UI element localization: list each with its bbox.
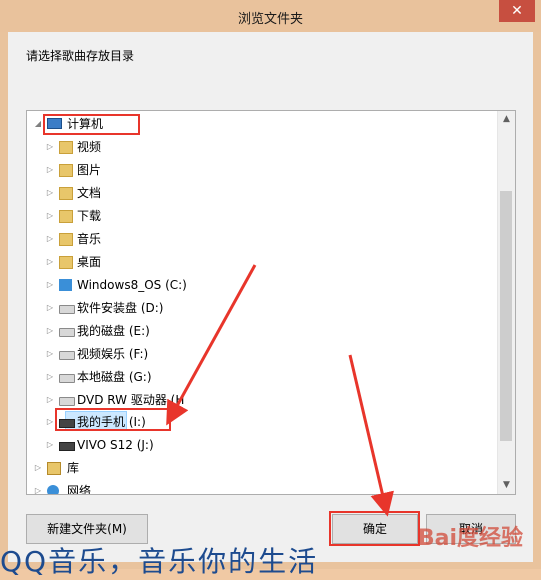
browse-folder-dialog: 浏览文件夹 ✕ 请选择歌曲存放目录 ◢ 计算机 ▷ 视频 ▷ 图片 ▷ 文档 ▷…: [0, 0, 541, 578]
arrow-to-ok-button: [348, 354, 394, 517]
caption-watermark: QQ音乐，音乐你的生活: [0, 545, 319, 578]
arrow-to-phone-drive: [166, 264, 257, 426]
annotation-arrows: [166, 264, 394, 517]
baidu-logo-watermark: Bai度经验: [417, 526, 523, 551]
